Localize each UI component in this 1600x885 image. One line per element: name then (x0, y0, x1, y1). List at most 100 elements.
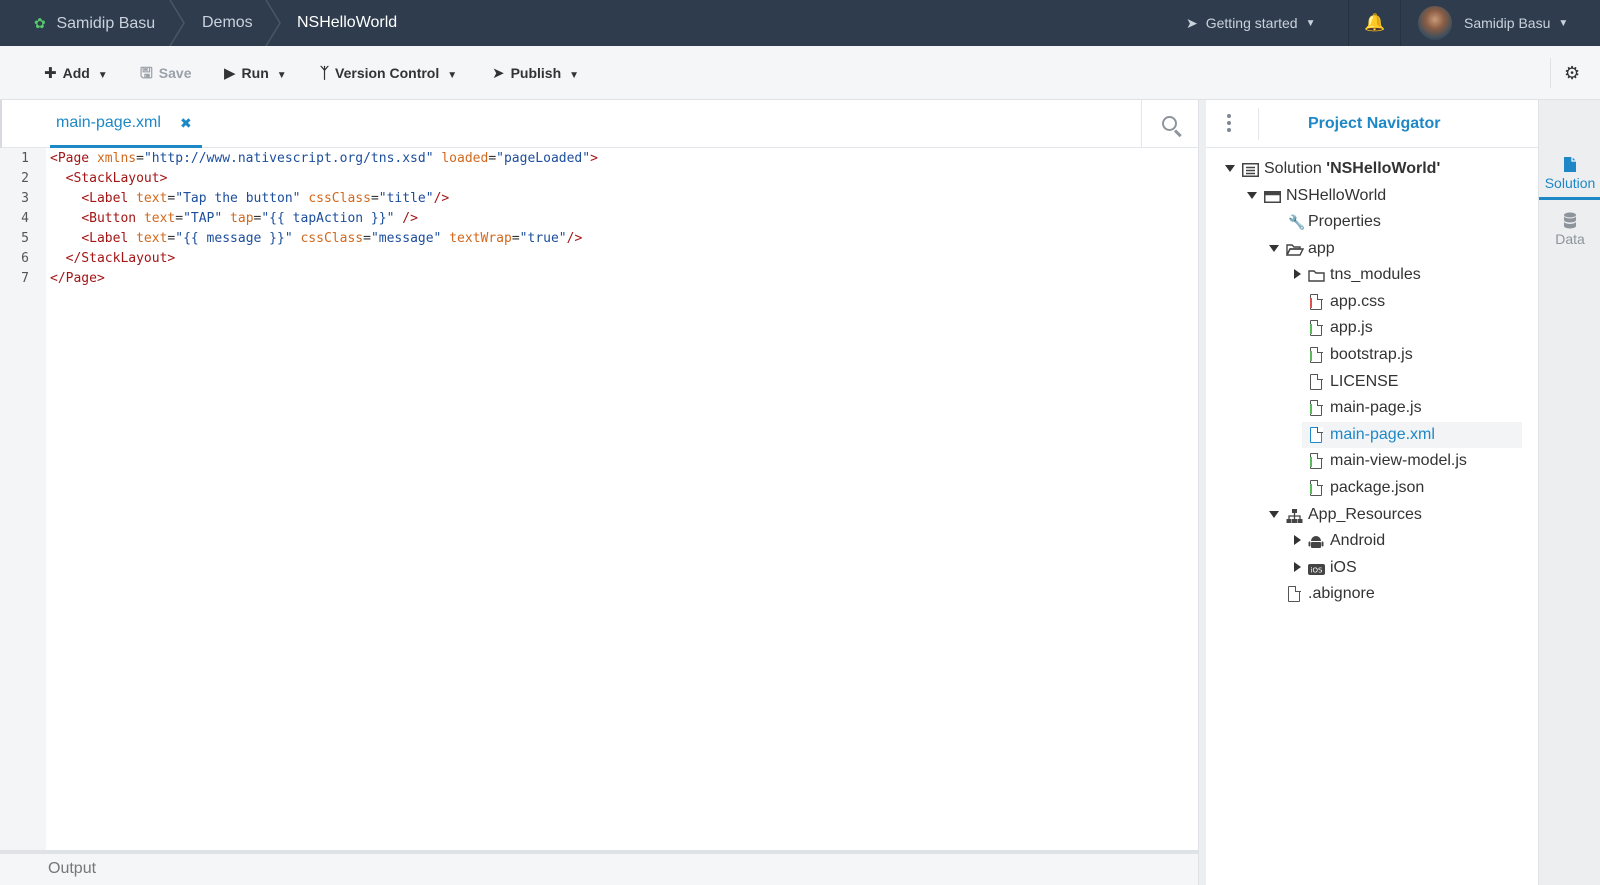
code-token: = (363, 231, 371, 246)
save-button[interactable]: 🖫 Save (140, 46, 191, 100)
code-token: > (590, 151, 598, 166)
project-navigator: Project Navigator Solution 'NSHelloWorld… (1206, 100, 1538, 885)
run-button[interactable]: ▶ Run ▼ (224, 46, 287, 100)
expand-caret-icon[interactable] (1294, 535, 1301, 545)
notifications-bell-icon[interactable]: 🔔 (1364, 0, 1385, 46)
tree-item[interactable]: LICENSE (1206, 369, 1526, 395)
toolbar: ✚ Add ▼ 🖫 Save ▶ Run ▼ ᛉ Version Control ▼ ➤ Pub… (0, 46, 1600, 100)
tree-item[interactable]: iOS iOS (1206, 555, 1526, 581)
code-line[interactable]: </StackLayout> (50, 251, 176, 266)
breadcrumb-demos[interactable]: Demos (202, 0, 253, 46)
code-line[interactable]: <Label text="Tap the button" cssClass="t… (50, 191, 449, 206)
sitemap-icon (1286, 507, 1303, 523)
js-file-icon (1309, 399, 1323, 416)
code-token: "TAP" (183, 211, 223, 226)
tree-solution[interactable]: Solution 'NSHelloWorld' (1206, 156, 1526, 182)
tab-data[interactable]: Data (1539, 204, 1600, 256)
js-file-icon (1309, 319, 1323, 336)
expand-caret-icon[interactable] (1269, 245, 1279, 252)
output-panel[interactable]: Output (0, 850, 1198, 885)
branch-icon: ᛉ (320, 65, 330, 82)
close-tab-icon[interactable]: ✖ (180, 100, 192, 146)
caret-down-icon: ▼ (447, 70, 458, 81)
code-line[interactable]: <Label text="{{ message }}" cssClass="me… (50, 231, 582, 246)
tree-item[interactable]: main-page.js (1206, 395, 1526, 421)
caret-down-icon: ▼ (569, 70, 580, 81)
code-editor[interactable]: <Page xmlns="http://www.nativescript.org… (46, 148, 1198, 850)
version-control-label: Version Control (335, 65, 440, 81)
tree-item[interactable]: .abignore (1206, 581, 1526, 607)
avatar[interactable] (1418, 6, 1452, 40)
tab-label: main-page.xml (56, 114, 161, 131)
play-circle-icon: ▶ (224, 65, 236, 82)
navigator-title: Project Navigator (1308, 115, 1441, 132)
expand-caret-icon[interactable] (1294, 269, 1301, 279)
file-icon (1564, 157, 1576, 172)
tab-solution-label: Solution (1544, 175, 1596, 191)
tree-item[interactable]: 🔧 Properties (1206, 209, 1526, 235)
tree-item[interactable]: app.js (1206, 315, 1526, 341)
editor-search-button[interactable] (1141, 100, 1198, 148)
add-label: Add (62, 65, 90, 81)
xml-file-icon (1310, 426, 1323, 443)
search-icon-handle (1173, 129, 1182, 138)
telerik-logo-icon: ✿ (34, 15, 46, 31)
divider (1550, 58, 1551, 88)
tree-item[interactable]: main-view-model.js (1206, 448, 1526, 474)
getting-started-label: Getting started (1205, 15, 1298, 31)
top-bar: ✿ Samidip Basu Demos NSHelloWorld ➤ Getti… (0, 0, 1600, 46)
code-token: "{{ message }}" (175, 231, 293, 246)
expand-caret-icon[interactable] (1247, 192, 1257, 199)
add-button[interactable]: ✚ Add ▼ (44, 46, 108, 100)
more-options-icon[interactable] (1226, 112, 1232, 136)
line-number-gutter: 1 2 3 4 5 6 7 (0, 148, 46, 850)
breadcrumb-project[interactable]: NSHelloWorld (297, 0, 397, 46)
tree-item[interactable]: package.json (1206, 475, 1526, 501)
save-label: Save (158, 65, 192, 81)
js-file-icon (1309, 346, 1323, 363)
tree-item[interactable]: bootstrap.js (1206, 342, 1526, 368)
folder-open-icon (1285, 241, 1305, 257)
tree-item[interactable]: tns_modules (1206, 262, 1526, 288)
panel-splitter[interactable] (1198, 100, 1206, 885)
code-token: = (488, 151, 497, 166)
code-token: = (136, 151, 144, 166)
expand-caret-icon[interactable] (1294, 562, 1301, 572)
code-line[interactable]: </Page> (50, 271, 105, 286)
code-line[interactable]: <StackLayout> (50, 171, 168, 186)
tree-item[interactable]: App_Resources (1206, 502, 1526, 528)
tree-item-label: tns_modules (1330, 266, 1421, 283)
breadcrumb-owner[interactable]: ✿ Samidip Basu (34, 0, 155, 46)
code-line[interactable]: <Button text="TAP" tap="{{ tapAction }}"… (50, 211, 418, 226)
code-line[interactable]: <Page xmlns="http://www.nativescript.org… (50, 151, 598, 166)
solution-prefix: Solution (1264, 160, 1327, 177)
navigator-header: Project Navigator (1206, 100, 1538, 148)
code-token: <Button (81, 211, 144, 226)
tab-data-label: Data (1555, 231, 1585, 247)
code-token: </StackLayout> (65, 251, 176, 266)
expand-caret-icon[interactable] (1225, 165, 1235, 172)
line-number: 7 (21, 271, 29, 286)
getting-started-menu[interactable]: ➤ Getting started ▼ (1186, 0, 1315, 46)
line-number: 2 (21, 171, 29, 186)
tree-item[interactable]: app (1206, 236, 1526, 262)
user-menu[interactable]: Samidip Basu ▼ (1464, 0, 1568, 46)
code-token: tap (230, 211, 254, 226)
version-control-button[interactable]: ᛉ Version Control ▼ (320, 46, 457, 100)
tab-solution[interactable]: Solution (1539, 148, 1600, 200)
publish-button[interactable]: ➤ Publish ▼ (492, 46, 579, 100)
solution-name: 'NSHelloWorld' (1326, 160, 1441, 177)
tree-item[interactable]: app.css (1206, 289, 1526, 315)
divider (1400, 0, 1401, 46)
code-token: text (136, 191, 168, 206)
tree-item[interactable]: Android (1206, 528, 1526, 554)
gear-icon[interactable]: ⚙ (1564, 46, 1580, 100)
tree-item-selected[interactable]: main-page.xml (1302, 422, 1522, 448)
tree-item[interactable]: NSHelloWorld (1206, 183, 1526, 209)
expand-caret-icon[interactable] (1269, 511, 1279, 518)
